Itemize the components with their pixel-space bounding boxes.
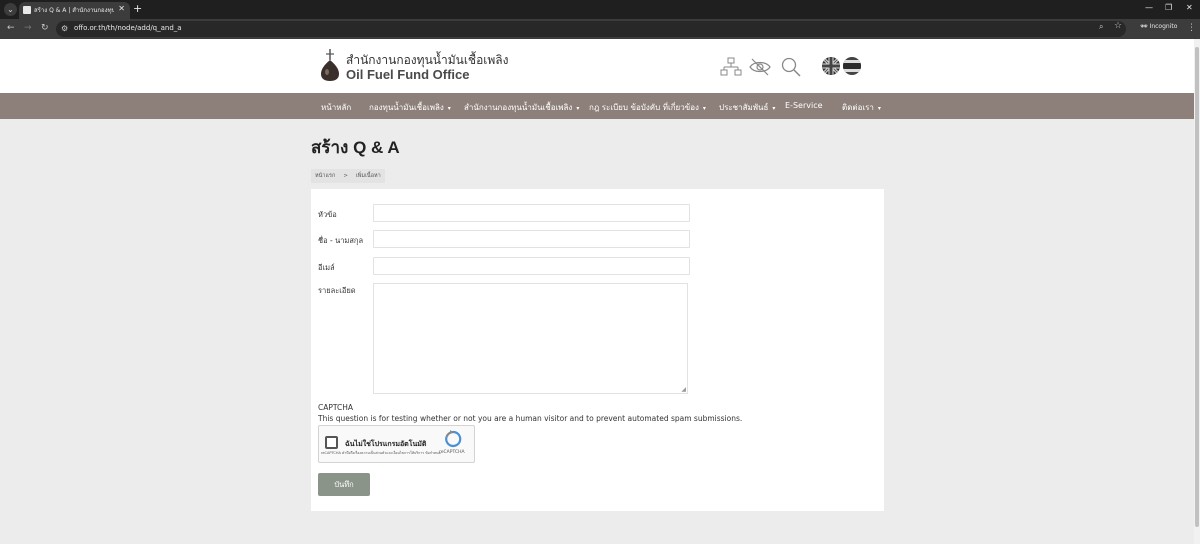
recaptcha-label: ฉันไม่ใช่โปรแกรมอัตโนมัติ (345, 440, 427, 448)
browser-tabbar: ⌄ สร้าง Q & A | สำนักงานกองทุนน้ำมั... ✕… (0, 0, 1200, 19)
thai-flag-icon[interactable] (843, 57, 861, 75)
captcha-description: This question is for testing whether or … (318, 414, 743, 423)
captcha-title: CAPTCHA (318, 403, 354, 412)
logo-english-text: Oil Fuel Fund Office (346, 67, 470, 82)
url-text: offo.or.th/th/node/add/q_and_a (74, 24, 182, 32)
browser-menu-icon[interactable]: ⋮ (1187, 23, 1196, 33)
subject-input[interactable] (373, 204, 690, 222)
page-viewport: สำนักงานกองทุนน้ำมันเชื้อเพลิง Oil Fuel … (0, 39, 1194, 544)
qa-form: หัวข้อ ชื่อ - นามสกุล อีเมล์ รายละเอียด … (311, 189, 884, 511)
nav-label: ติดต่อเรา (842, 103, 874, 112)
nav-item-fund[interactable]: กองทุนน้ำมันเชื้อเพลิง ▾ (369, 101, 451, 114)
search-icon[interactable] (780, 57, 802, 77)
restore-icon[interactable]: ❐ (1165, 3, 1172, 12)
nav-item-eservice[interactable]: E-Service (785, 101, 823, 110)
caret-down-icon: ▾ (702, 105, 706, 112)
window-close-icon[interactable]: ✕ (1186, 3, 1193, 12)
forward-icon[interactable]: → (24, 23, 32, 33)
oil-drop-logo[interactable] (319, 48, 341, 82)
resize-handle-icon[interactable]: ◢ (681, 386, 686, 393)
name-input[interactable] (373, 230, 690, 248)
caret-down-icon: ▾ (772, 105, 776, 112)
breadcrumb: หน้าแรก > เพิ่มเนื้อหา (311, 169, 385, 183)
details-label: รายละเอียด (318, 286, 356, 295)
nav-item-contact[interactable]: ติดต่อเรา ▾ (842, 101, 881, 114)
site-info-icon[interactable]: ⚙ (61, 24, 68, 33)
tab-search-icon[interactable]: ⌄ (4, 3, 17, 16)
nav-item-regulations[interactable]: กฎ ระเบียบ ข้อบังคับ ที่เกี่ยวข้อง ▾ (589, 101, 706, 114)
recaptcha-checkbox[interactable] (325, 436, 338, 449)
uk-flag-icon[interactable] (822, 57, 840, 75)
main-navigation: หน้าหลัก กองทุนน้ำมันเชื้อเพลิง ▾ สำนักงา… (0, 93, 1194, 119)
nav-label: กฎ ระเบียบ ข้อบังคับ ที่เกี่ยวข้อง (589, 103, 699, 112)
sitemap-icon[interactable] (720, 57, 742, 77)
nav-item-pr[interactable]: ประชาสัมพันธ์ ▾ (719, 101, 775, 114)
recaptcha-widget: ฉันไม่ใช่โปรแกรมอัตโนมัติ reCAPTCHA คำนึ… (318, 425, 475, 463)
recaptcha-logo-icon (445, 430, 462, 448)
nav-label: E-Service (785, 101, 823, 110)
minimize-icon[interactable]: — (1145, 3, 1153, 12)
incognito-icon: 🕶 (1140, 23, 1148, 30)
accessibility-icon[interactable] (749, 57, 771, 77)
subject-label: หัวข้อ (318, 210, 337, 219)
caret-down-icon: ▾ (877, 105, 881, 112)
tab-title: สร้าง Q & A | สำนักงานกองทุนน้ำมั... (34, 7, 114, 14)
recaptcha-brand: reCAPTCHA (439, 450, 465, 455)
reload-icon[interactable]: ↻ (41, 23, 49, 33)
tab-close-icon[interactable]: ✕ (118, 4, 125, 13)
page-scrollbar[interactable] (1194, 39, 1200, 544)
browser-tab[interactable]: สร้าง Q & A | สำนักงานกองทุนน้ำมั... ✕ (19, 2, 130, 19)
zoom-icon[interactable]: ⌕ (1099, 22, 1103, 32)
breadcrumb-separator: > (343, 173, 348, 179)
site-header: สำนักงานกองทุนน้ำมันเชื้อเพลิง Oil Fuel … (0, 39, 1194, 93)
incognito-label: Incognito (1149, 23, 1178, 30)
caret-down-icon: ▾ (576, 105, 580, 112)
email-input[interactable] (373, 257, 690, 275)
breadcrumb-current: เพิ่มเนื้อหา (355, 173, 381, 179)
back-icon[interactable]: ← (7, 23, 15, 33)
caret-down-icon: ▾ (447, 105, 451, 112)
name-label: ชื่อ - นามสกุล (318, 236, 364, 245)
incognito-indicator[interactable]: 🕶 Incognito (1140, 23, 1177, 30)
page-title: สร้าง Q & A (311, 138, 400, 157)
nav-label: กองทุนน้ำมันเชื้อเพลิง (369, 103, 444, 112)
details-textarea[interactable]: ◢ (373, 283, 688, 394)
email-label: อีเมล์ (318, 263, 335, 272)
new-tab-icon[interactable]: + (133, 2, 142, 15)
breadcrumb-home[interactable]: หน้าแรก (315, 173, 335, 179)
nav-label: สำนักงานกองทุนน้ำมันเชื้อเพลิง (464, 103, 573, 112)
favicon-icon (23, 6, 31, 14)
save-button[interactable]: บันทึก (318, 473, 370, 496)
nav-item-office[interactable]: สำนักงานกองทุนน้ำมันเชื้อเพลิง ▾ (464, 101, 579, 114)
nav-label: ประชาสัมพันธ์ (719, 103, 769, 112)
nav-label: หน้าหลัก (321, 103, 352, 112)
nav-item-home[interactable]: หน้าหลัก (321, 101, 351, 114)
bookmark-star-icon[interactable]: ☆ (1114, 21, 1122, 31)
browser-toolbar: ← → ↻ ⚙ offo.or.th/th/node/add/q_and_a ⌕… (0, 19, 1200, 39)
address-bar[interactable]: ⚙ offo.or.th/th/node/add/q_and_a (56, 21, 1126, 37)
recaptcha-privacy-text[interactable]: reCAPTCHA คำนึงถึงเรื่องความเป็นส่วนตัวแ… (321, 451, 451, 456)
scrollbar-thumb[interactable] (1195, 47, 1199, 527)
